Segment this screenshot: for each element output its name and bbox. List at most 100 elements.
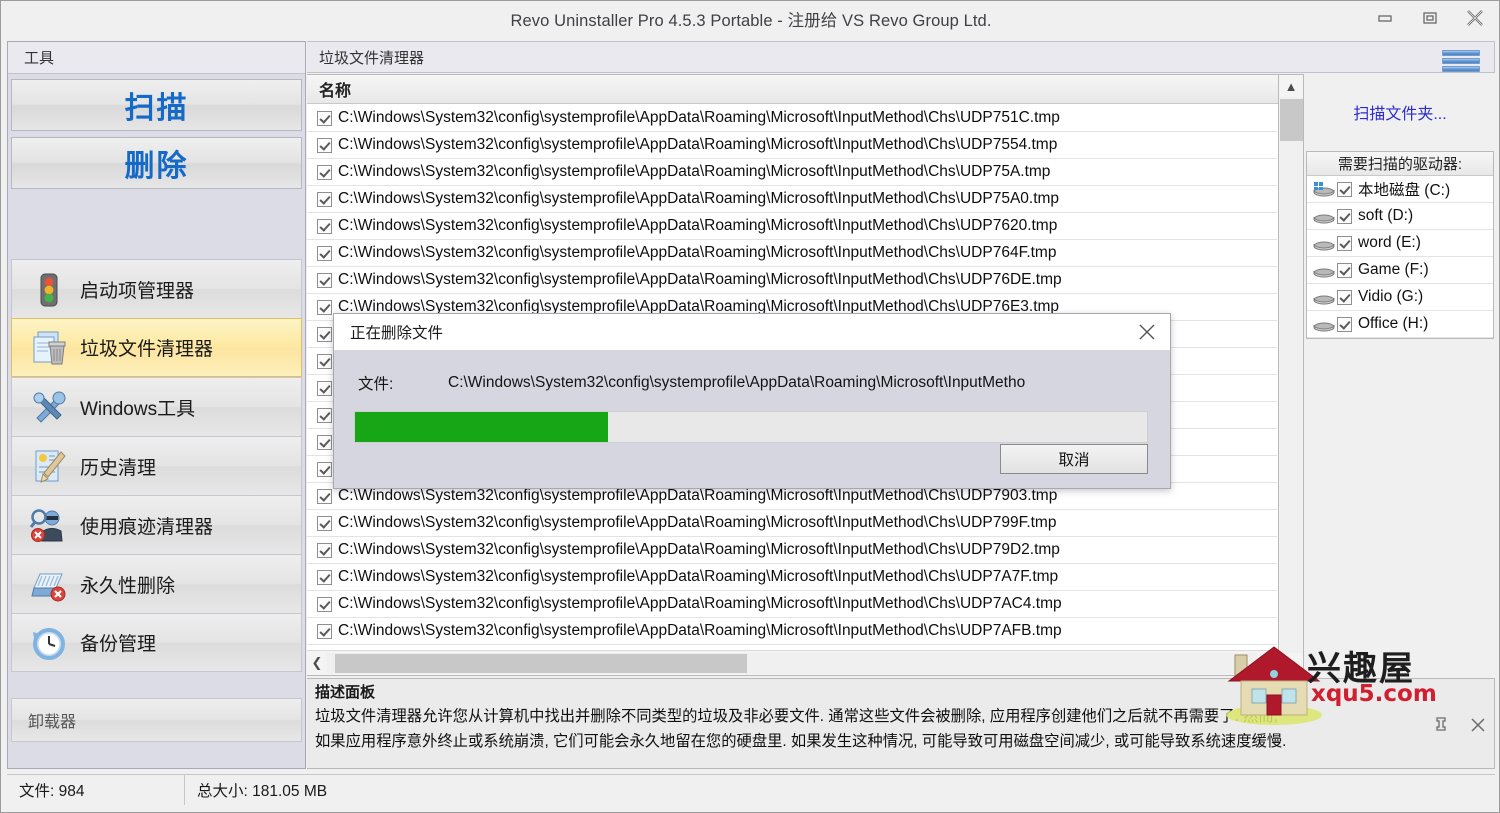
scan-button[interactable]: 扫描 [11, 79, 302, 131]
row-checkbox[interactable] [317, 488, 332, 504]
sidebar-item-startup-manager[interactable]: 启动项管理器 [11, 259, 302, 318]
sidebar-item-junk-file-cleaner[interactable]: 垃圾文件清理器 [11, 318, 302, 377]
scroll-right-icon[interactable]: ❯ [1257, 655, 1277, 671]
table-row[interactable]: C:\Windows\System32\config\systemprofile… [307, 132, 1277, 159]
table-row[interactable]: C:\Windows\System32\config\systemprofile… [307, 186, 1277, 213]
sidebar-header: 工具 [8, 42, 305, 74]
drive-list-item[interactable]: Vidio (G:) [1307, 284, 1493, 311]
sidebar-item-label: 历史清理 [80, 457, 157, 479]
table-row[interactable]: C:\Windows\System32\config\systemprofile… [307, 267, 1277, 294]
row-path-label: C:\Windows\System32\config\systemprofile… [338, 622, 1062, 639]
scroll-left-icon[interactable]: ❮ [307, 655, 327, 671]
drive-list-item[interactable]: Office (H:) [1307, 311, 1493, 338]
drive-label: Vidio (G:) [1358, 288, 1424, 305]
sidebar-item-history-cleaner[interactable]: 历史清理 [11, 436, 302, 495]
drive-label: word (E:) [1358, 234, 1421, 251]
vertical-scrollbar[interactable]: ▲ ▼ [1279, 74, 1304, 676]
drive-label: Office (H:) [1358, 315, 1429, 332]
row-checkbox[interactable] [317, 191, 332, 207]
description-panel: 描述面板 垃圾文件清理器允许您从计算机中找出并删除不同类型的垃圾及非必要文件. … [307, 678, 1495, 769]
broom-document-icon [26, 446, 72, 486]
row-path-label: C:\Windows\System32\config\systemprofile… [338, 244, 1057, 261]
row-checkbox[interactable] [317, 299, 332, 315]
dialog-title: 正在删除文件 [350, 325, 444, 342]
row-checkbox[interactable] [317, 137, 332, 153]
row-path-label: C:\Windows\System32\config\systemprofile… [338, 163, 1051, 180]
dialog-close-icon[interactable] [1124, 314, 1170, 350]
drive-icon [1313, 289, 1335, 305]
title-bar: Revo Uninstaller Pro 4.5.3 Portable - 注册… [1, 1, 1499, 37]
scan-folder-link[interactable]: 扫描文件夹... [1305, 74, 1495, 124]
restore-button[interactable] [1407, 3, 1452, 33]
table-row[interactable]: C:\Windows\System32\config\systemprofile… [307, 240, 1277, 267]
table-row[interactable]: C:\Windows\System32\config\systemprofile… [307, 159, 1277, 186]
scroll-up-icon[interactable]: ▲ [1280, 75, 1303, 97]
horizontal-scrollbar[interactable]: ❮ ❯ [307, 650, 1277, 675]
pin-icon[interactable] [1434, 717, 1448, 738]
table-row[interactable]: C:\Windows\System32\config\systemprofile… [307, 618, 1277, 645]
drive-list-item[interactable]: 本地磁盘 (C:) [1307, 176, 1493, 203]
row-checkbox[interactable] [317, 110, 332, 126]
drive-list-item[interactable]: Game (F:) [1307, 257, 1493, 284]
row-path-label: C:\Windows\System32\config\systemprofile… [338, 514, 1057, 531]
sidebar-item-label: Windows工具 [80, 398, 196, 420]
scroll-down-icon[interactable]: ▼ [1280, 653, 1303, 675]
table-row[interactable]: C:\Windows\System32\config\systemprofile… [307, 105, 1277, 132]
row-checkbox[interactable] [317, 407, 332, 423]
row-checkbox[interactable] [317, 380, 332, 396]
dialog-progress-fill [355, 412, 609, 442]
vertical-scroll-thumb[interactable] [1279, 99, 1303, 141]
drive-list-item[interactable]: soft (D:) [1307, 203, 1493, 230]
row-checkbox[interactable] [317, 515, 332, 531]
description-line-2: 如果应用程序意外终止或系统崩溃, 它们可能会永久地留在您的硬盘里. 如果发生这种… [315, 733, 1287, 750]
row-checkbox[interactable] [317, 596, 332, 612]
content-title: 垃圾文件清理器 [319, 49, 425, 67]
sidebar-item-windows-tools[interactable]: Windows工具 [11, 377, 302, 436]
row-checkbox[interactable] [317, 164, 332, 180]
vertical-scroll-track[interactable] [1279, 97, 1303, 653]
close-button[interactable] [1452, 3, 1497, 33]
spy-magnifier-icon [26, 505, 72, 545]
row-checkbox[interactable] [317, 569, 332, 585]
row-checkbox[interactable] [317, 326, 332, 342]
status-bar: 文件: 984 总大小: 181.05 MB [7, 774, 1495, 805]
table-row[interactable]: C:\Windows\System32\config\systemprofile… [307, 537, 1277, 564]
row-checkbox[interactable] [317, 434, 332, 450]
drive-checkbox[interactable] [1337, 316, 1352, 332]
drive-checkbox[interactable] [1337, 289, 1352, 305]
uninstaller-button[interactable]: 卸载器 [11, 698, 302, 742]
description-panel-tools [1434, 717, 1486, 738]
row-checkbox[interactable] [317, 218, 332, 234]
clock-backup-icon [26, 623, 72, 663]
close-icon[interactable] [1470, 717, 1486, 738]
drive-label: 本地磁盘 (C:) [1358, 182, 1451, 199]
horizontal-scroll-thumb[interactable] [335, 653, 747, 673]
table-row[interactable]: C:\Windows\System32\config\systemprofile… [307, 510, 1277, 537]
drive-checkbox[interactable] [1337, 181, 1352, 197]
delete-button[interactable]: 删除 [11, 137, 302, 189]
row-checkbox[interactable] [317, 245, 332, 261]
minimize-button[interactable] [1362, 3, 1407, 33]
sidebar-item-label: 永久性删除 [80, 575, 176, 597]
drive-checkbox[interactable] [1337, 235, 1352, 251]
table-row[interactable]: C:\Windows\System32\config\systemprofile… [307, 564, 1277, 591]
row-checkbox[interactable] [317, 272, 332, 288]
sidebar-item-evidence-remover[interactable]: 使用痕迹清理器 [11, 495, 302, 554]
horizontal-scroll-track[interactable] [327, 652, 1257, 674]
row-checkbox[interactable] [317, 623, 332, 639]
drive-checkbox[interactable] [1337, 262, 1352, 278]
description-title: 描述面板 [307, 679, 1494, 703]
dialog-cancel-button[interactable]: 取消 [1000, 444, 1148, 474]
deleting-files-dialog: 正在删除文件 文件: C:\Windows\System32\config\sy… [333, 313, 1171, 489]
sidebar-item-unrecoverable-delete[interactable]: 永久性删除 [11, 554, 302, 613]
hamburger-menu-icon[interactable] [1442, 48, 1480, 74]
drive-checkbox[interactable] [1337, 208, 1352, 224]
drive-list-item[interactable]: word (E:) [1307, 230, 1493, 257]
row-checkbox[interactable] [317, 461, 332, 477]
row-checkbox[interactable] [317, 353, 332, 369]
row-checkbox[interactable] [317, 542, 332, 558]
row-path-label: C:\Windows\System32\config\systemprofile… [338, 568, 1059, 585]
table-row[interactable]: C:\Windows\System32\config\systemprofile… [307, 591, 1277, 618]
table-row[interactable]: C:\Windows\System32\config\systemprofile… [307, 213, 1277, 240]
sidebar-item-backup-manager[interactable]: 备份管理 [11, 613, 302, 672]
